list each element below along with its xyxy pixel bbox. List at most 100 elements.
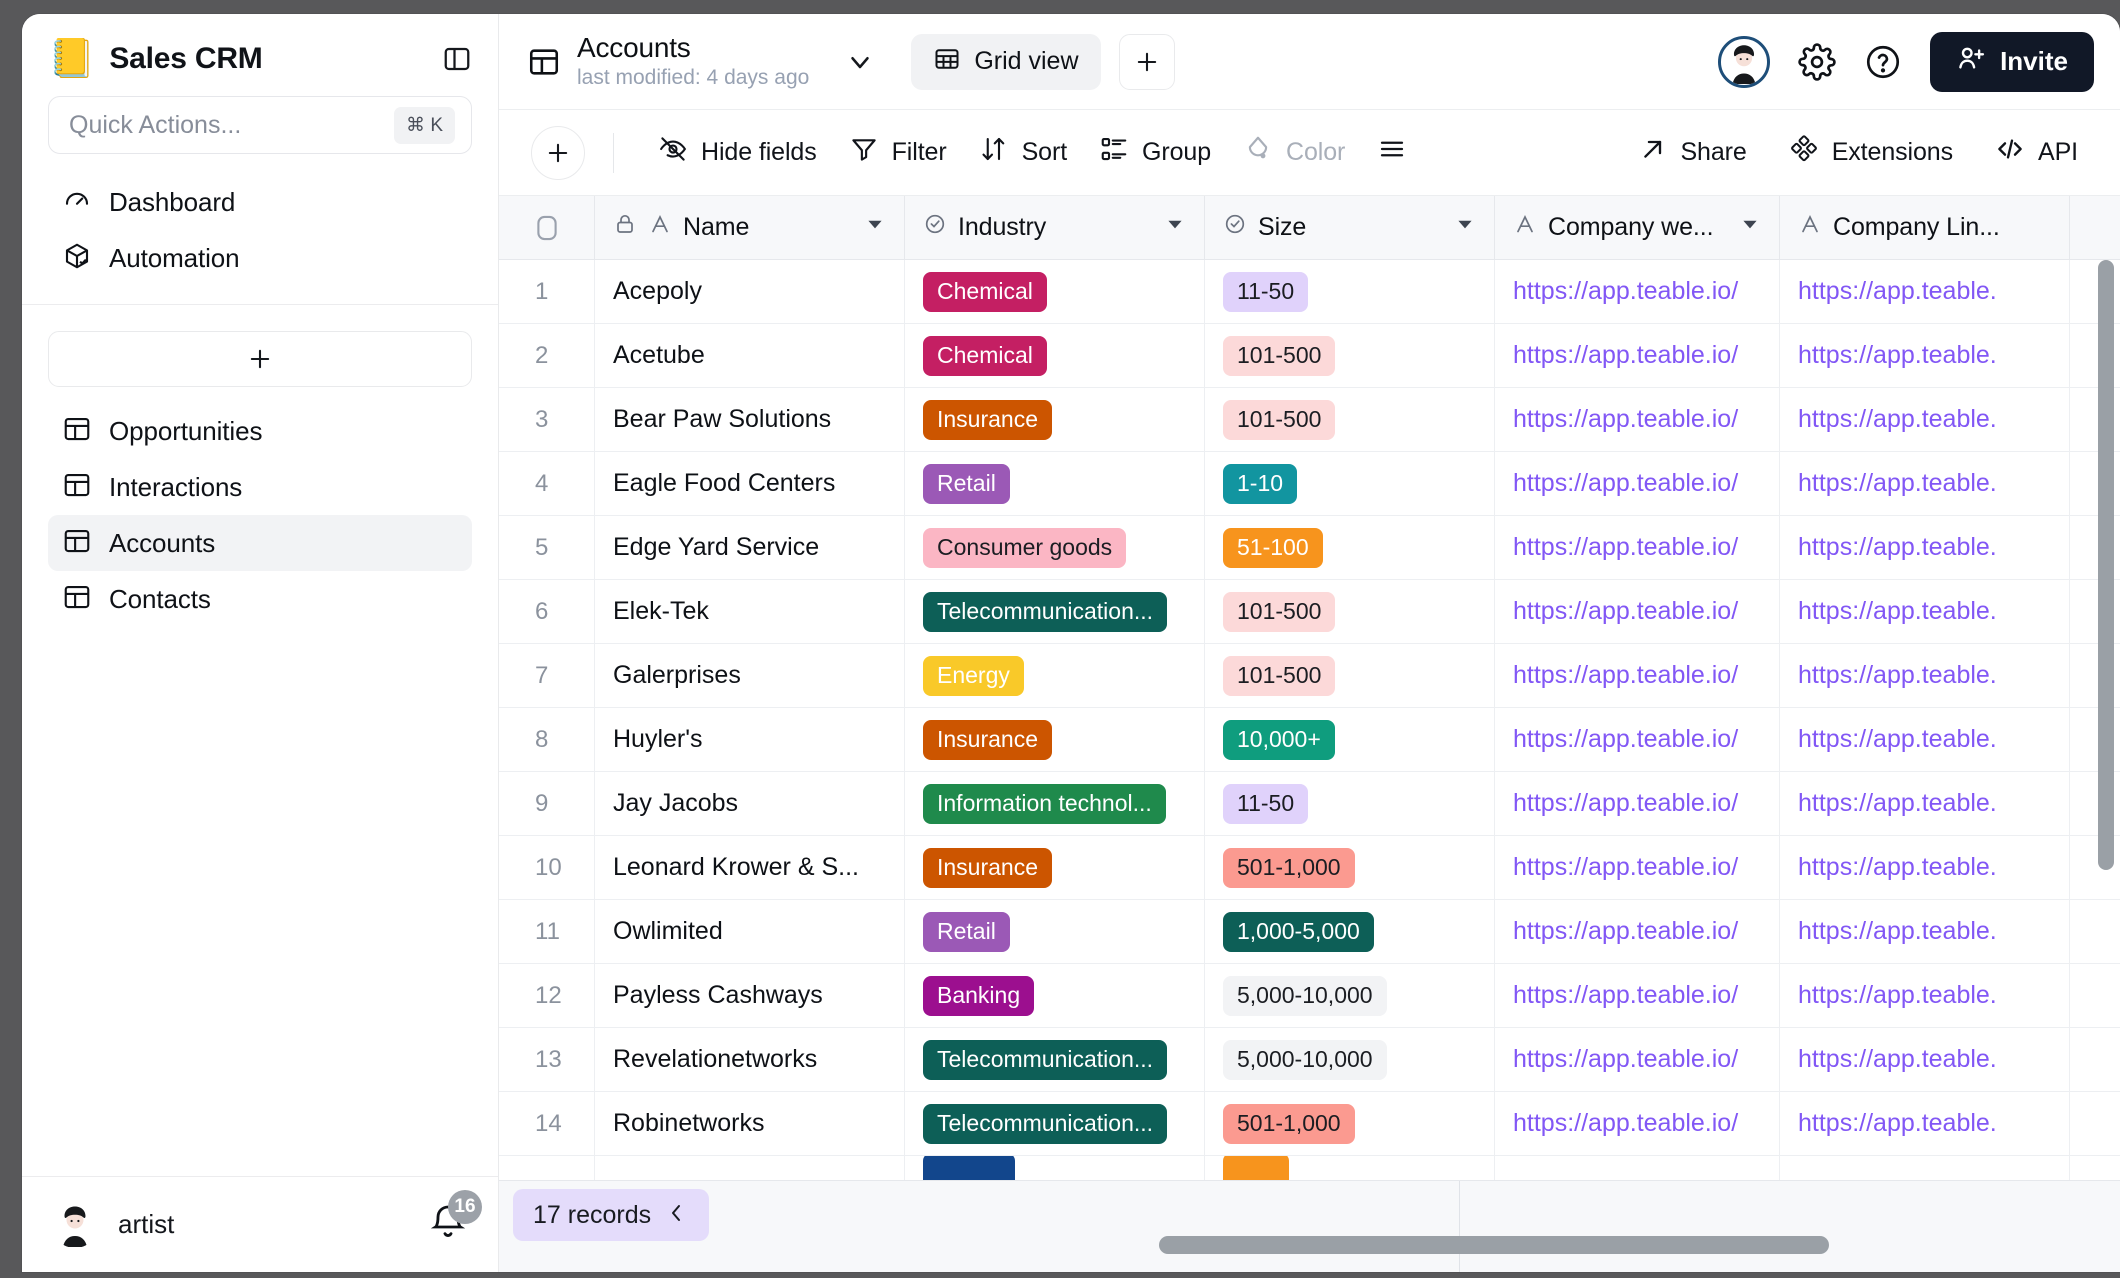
cell-company-linkedin[interactable]: https://app.teable.	[1780, 324, 2070, 387]
cell-size[interactable]	[1205, 1156, 1495, 1180]
search-input[interactable]: Quick Actions... ⌘ K	[48, 96, 472, 154]
cell-company-linkedin[interactable]	[1780, 1156, 2070, 1180]
cell-name[interactable]: Revelationetworks	[595, 1028, 905, 1091]
hide-fields-button[interactable]: Hide fields	[642, 125, 833, 180]
cell-company-website[interactable]	[1495, 1156, 1780, 1180]
cell-company-website[interactable]: https://app.teable.io/	[1495, 772, 1780, 835]
cell-name[interactable]: Leonard Krower & S...	[595, 836, 905, 899]
cell-name[interactable]: Eagle Food Centers	[595, 452, 905, 515]
table-row[interactable]: 9 Jay Jacobs Information technol... 11-50 ht…	[499, 772, 2120, 836]
cell-industry[interactable]: Chemical	[905, 260, 1205, 323]
extensions-button[interactable]: Extensions	[1773, 125, 1969, 180]
cell-company-website[interactable]: https://app.teable.io/	[1495, 388, 1780, 451]
sidebar-item-interactions[interactable]: Interactions	[48, 459, 472, 515]
table-row[interactable]: 14 Robinetworks Telecommunication... 501-1,…	[499, 1092, 2120, 1156]
table-row[interactable]: 5 Edge Yard Service Consumer goods 51-100 ht…	[499, 516, 2120, 580]
cell-company-linkedin[interactable]: https://app.teable.	[1780, 1092, 2070, 1155]
record-count-pill[interactable]: 17 records	[513, 1189, 710, 1241]
cell-name[interactable]: Galerprises	[595, 644, 905, 707]
cell-size[interactable]: 11-50	[1205, 772, 1495, 835]
sidebar-item-dashboard[interactable]: Dashboard	[48, 174, 472, 230]
cell-industry[interactable]: Banking	[905, 964, 1205, 1027]
cell-name[interactable]: Elek-Tek	[595, 580, 905, 643]
cell-company-website[interactable]: https://app.teable.io/	[1495, 452, 1780, 515]
gear-icon[interactable]	[1798, 42, 1836, 81]
cell-size[interactable]: 101-500	[1205, 388, 1495, 451]
table-row[interactable]: 6 Elek-Tek Telecommunication... 101-500 http…	[499, 580, 2120, 644]
table-row[interactable]: 4 Eagle Food Centers Retail 1-10 https://app…	[499, 452, 2120, 516]
cell-company-linkedin[interactable]: https://app.teable.	[1780, 580, 2070, 643]
cell-industry[interactable]: Consumer goods	[905, 516, 1205, 579]
cell-company-linkedin[interactable]: https://app.teable.	[1780, 644, 2070, 707]
share-button[interactable]: Share	[1623, 126, 1762, 179]
table-row[interactable]: 7 Galerprises Energy 101-500 https://app.tea…	[499, 644, 2120, 708]
table-row[interactable]	[499, 1156, 2120, 1180]
cell-industry[interactable]: Retail	[905, 900, 1205, 963]
cell-size[interactable]: 5,000-10,000	[1205, 1028, 1495, 1091]
cell-name[interactable]: Payless Cashways	[595, 964, 905, 1027]
cell-company-website[interactable]: https://app.teable.io/	[1495, 324, 1780, 387]
cell-company-website[interactable]: https://app.teable.io/	[1495, 516, 1780, 579]
cell-size[interactable]: 10,000+	[1205, 708, 1495, 771]
cell-industry[interactable]: Retail	[905, 452, 1205, 515]
cell-company-linkedin[interactable]: https://app.teable.	[1780, 708, 2070, 771]
column-header-company-website[interactable]: Company we...	[1495, 196, 1780, 259]
table-row[interactable]: 12 Payless Cashways Banking 5,000-10,000 htt…	[499, 964, 2120, 1028]
filter-button[interactable]: Filter	[833, 125, 963, 180]
cell-company-linkedin[interactable]: https://app.teable.	[1780, 260, 2070, 323]
select-all-checkbox[interactable]	[499, 196, 595, 259]
table-row[interactable]: 3 Bear Paw Solutions Insurance 101-500 https…	[499, 388, 2120, 452]
group-button[interactable]: Group	[1083, 125, 1227, 180]
cell-size[interactable]: 501-1,000	[1205, 836, 1495, 899]
cell-industry[interactable]: Insurance	[905, 388, 1205, 451]
color-button[interactable]: Color	[1227, 125, 1361, 180]
cell-size[interactable]: 101-500	[1205, 580, 1495, 643]
cell-company-linkedin[interactable]: https://app.teable.	[1780, 900, 2070, 963]
cell-company-linkedin[interactable]: https://app.teable.	[1780, 388, 2070, 451]
cell-size[interactable]: 11-50	[1205, 260, 1495, 323]
cell-name[interactable]: Bear Paw Solutions	[595, 388, 905, 451]
cell-size[interactable]: 51-100	[1205, 516, 1495, 579]
cell-company-linkedin[interactable]: https://app.teable.	[1780, 964, 2070, 1027]
cell-industry[interactable]: Insurance	[905, 836, 1205, 899]
cell-name[interactable]: Acetube	[595, 324, 905, 387]
cell-company-website[interactable]: https://app.teable.io/	[1495, 900, 1780, 963]
sidebar-item-contacts[interactable]: Contacts	[48, 571, 472, 627]
cell-company-website[interactable]: https://app.teable.io/	[1495, 708, 1780, 771]
bell-icon[interactable]: 16	[428, 1190, 482, 1247]
table-row[interactable]: 13 Revelationetworks Telecommunication... 5…	[499, 1028, 2120, 1092]
cell-industry[interactable]: Insurance	[905, 708, 1205, 771]
avatar[interactable]	[1718, 35, 1771, 88]
add-record-button[interactable]	[531, 125, 585, 180]
chevron-down-icon[interactable]	[837, 39, 883, 85]
cell-name[interactable]: Edge Yard Service	[595, 516, 905, 579]
cell-name[interactable]	[595, 1156, 905, 1180]
cell-industry[interactable]: Information technol...	[905, 772, 1205, 835]
cell-company-website[interactable]: https://app.teable.io/	[1495, 644, 1780, 707]
sidebar-item-automation[interactable]: Automation	[48, 230, 472, 286]
table-row[interactable]: 1 Acepoly Chemical 11-50 https://app.teable.…	[499, 260, 2120, 324]
cell-industry[interactable]: Telecommunication...	[905, 1092, 1205, 1155]
cell-name[interactable]: Jay Jacobs	[595, 772, 905, 835]
table-row[interactable]: 10 Leonard Krower & S... Insurance 501-1,00…	[499, 836, 2120, 900]
cell-company-website[interactable]: https://app.teable.io/	[1495, 1028, 1780, 1091]
cell-industry[interactable]: Chemical	[905, 324, 1205, 387]
avatar[interactable]	[52, 1202, 98, 1248]
chevron-down-icon[interactable]	[864, 213, 886, 242]
cell-industry[interactable]: Telecommunication...	[905, 580, 1205, 643]
cell-company-linkedin[interactable]: https://app.teable.	[1780, 836, 2070, 899]
cell-company-linkedin[interactable]: https://app.teable.	[1780, 452, 2070, 515]
grid-horizontal-scrollbar[interactable]	[1159, 1236, 1829, 1254]
add-view-button[interactable]	[1118, 33, 1175, 90]
panel-collapse-icon[interactable]	[442, 44, 472, 74]
column-header-company-linkedin[interactable]: Company Lin...	[1780, 196, 2070, 259]
table-row[interactable]: 2 Acetube Chemical 101-500 https://app.teabl…	[499, 324, 2120, 388]
cell-company-linkedin[interactable]: https://app.teable.	[1780, 772, 2070, 835]
cell-company-website[interactable]: https://app.teable.io/	[1495, 836, 1780, 899]
cell-size[interactable]: 501-1,000	[1205, 1092, 1495, 1155]
sidebar-item-accounts[interactable]: Accounts	[48, 515, 472, 571]
cell-name[interactable]: Huyler's	[595, 708, 905, 771]
cell-size[interactable]: 5,000-10,000	[1205, 964, 1495, 1027]
cell-company-website[interactable]: https://app.teable.io/	[1495, 260, 1780, 323]
table-row[interactable]: 11 Owlimited Retail 1,000-5,000 https://app.…	[499, 900, 2120, 964]
